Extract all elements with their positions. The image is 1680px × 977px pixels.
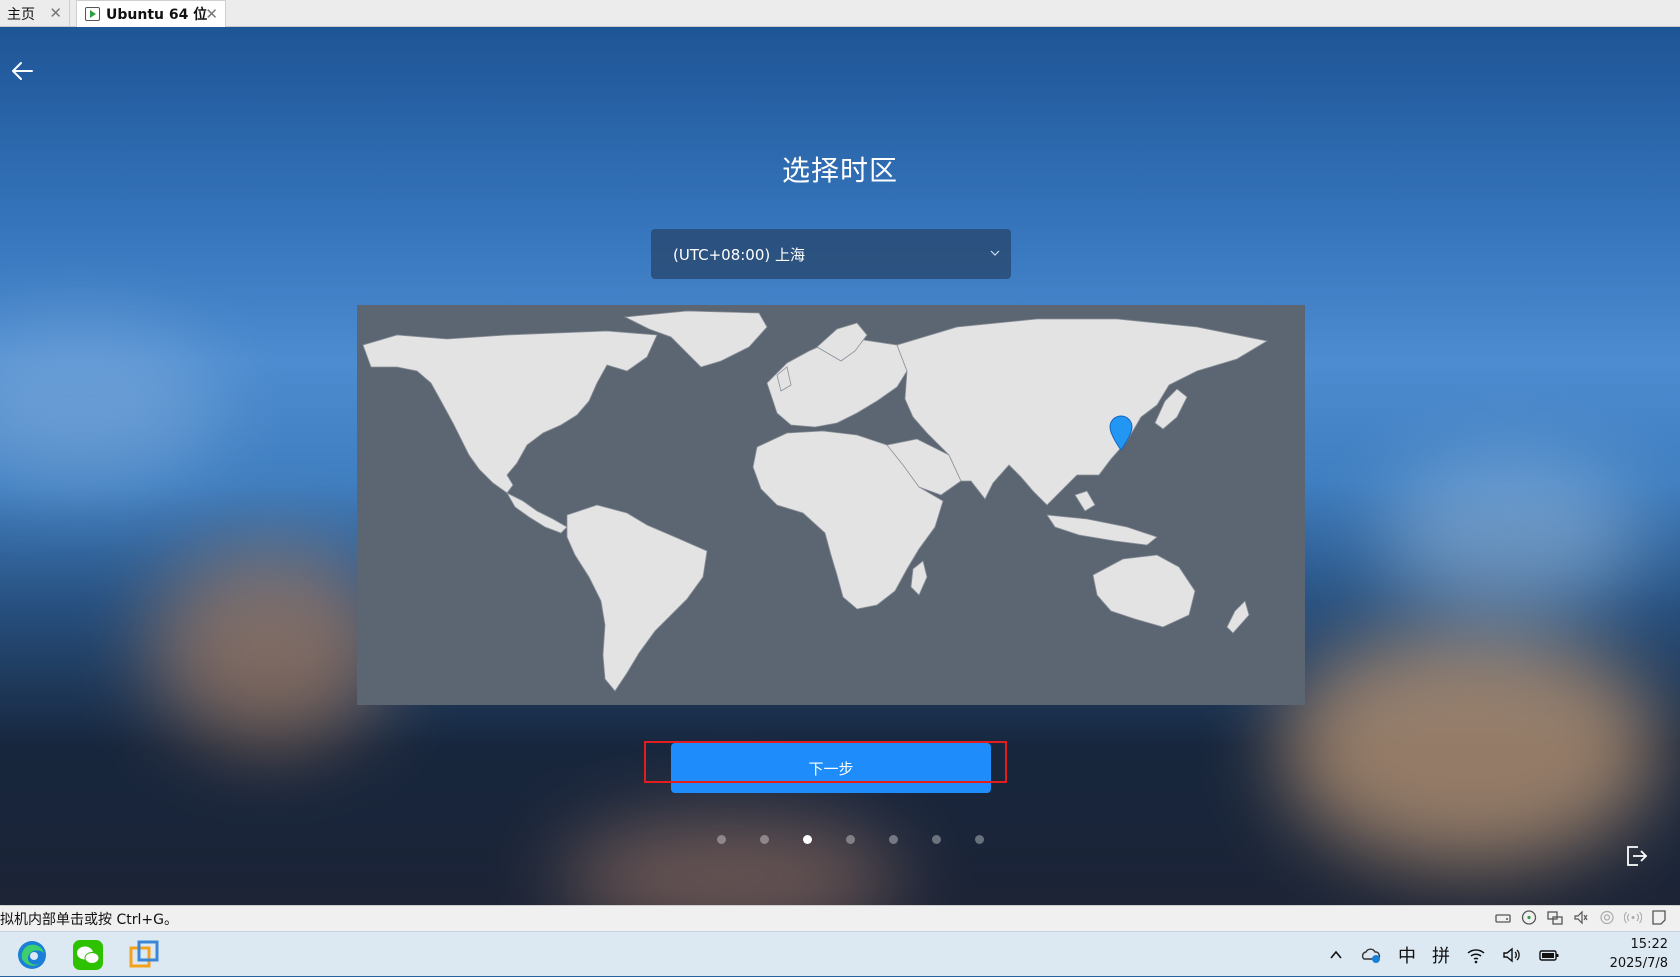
close-icon[interactable]: ✕ <box>49 4 62 22</box>
vm-screen[interactable]: 选择时区 (UTC+08:00) 上海 下一步 <box>0 27 1680 905</box>
sound-card-icon[interactable] <box>1572 909 1590 926</box>
step-indicator <box>0 835 1680 844</box>
land-australia <box>1092 554 1196 628</box>
usb-icon[interactable] <box>1598 909 1616 926</box>
edge-icon[interactable] <box>16 939 48 971</box>
page-title: 选择时区 <box>781 154 898 187</box>
timezone-map[interactable] <box>357 305 1305 705</box>
wireless-icon[interactable] <box>1624 909 1642 926</box>
clock[interactable]: 15:22 2025/7/8 <box>1610 935 1668 973</box>
background-blur <box>1380 457 1640 617</box>
battery-icon[interactable] <box>1538 946 1560 964</box>
background-blur <box>150 547 390 747</box>
device-icons <box>1494 909 1668 926</box>
land-south-america <box>566 504 708 692</box>
clock-time: 15:22 <box>1630 937 1668 952</box>
next-button-label: 下一步 <box>808 759 854 778</box>
onedrive-icon[interactable] <box>1360 945 1382 965</box>
world-map <box>362 310 1269 692</box>
vm-icon <box>85 7 100 21</box>
tab-home[interactable]: 主页 ✕ <box>0 0 70 27</box>
system-tray: 中 拼 <box>1328 932 1560 977</box>
hard-disk-icon[interactable] <box>1494 909 1512 926</box>
step-dot <box>716 835 726 844</box>
vm-status-bar: 拟机内部单击或按 Ctrl+G。 <box>0 905 1680 931</box>
wechat-icon[interactable] <box>72 939 104 971</box>
chevron-up-icon[interactable] <box>1328 947 1344 963</box>
volume-icon[interactable] <box>1502 946 1522 964</box>
step-dot <box>888 835 898 844</box>
tab-home-label: 主页 <box>7 6 35 23</box>
location-pin-icon[interactable] <box>1108 415 1134 451</box>
step-dot <box>759 835 769 844</box>
status-message: 拟机内部单击或按 Ctrl+G。 <box>0 911 178 928</box>
background-blur <box>1280 627 1660 867</box>
cd-rom-icon[interactable] <box>1520 909 1538 926</box>
windows-taskbar: 中 拼 15:22 2025/7/8 <box>0 931 1680 976</box>
wifi-icon[interactable] <box>1466 946 1486 964</box>
timezone-select[interactable]: (UTC+08:00) 上海 <box>651 229 1011 279</box>
ime-language[interactable]: 中 <box>1398 942 1416 968</box>
ime-mode[interactable]: 拼 <box>1432 942 1450 968</box>
vm-tab-bar: 主页 ✕ Ubuntu 64 位 ✕ <box>0 0 1680 27</box>
back-arrow-icon[interactable] <box>8 57 36 85</box>
step-dot <box>931 835 941 844</box>
step-dot-active <box>802 835 812 844</box>
tab-ubuntu[interactable]: Ubuntu 64 位 ✕ <box>76 0 226 27</box>
exit-icon[interactable] <box>1623 843 1649 869</box>
network-adapter-icon[interactable] <box>1546 909 1564 926</box>
tab-ubuntu-label: Ubuntu 64 位 <box>106 7 208 23</box>
vmware-icon[interactable] <box>128 939 160 971</box>
next-button[interactable]: 下一步 <box>671 743 991 793</box>
close-icon[interactable]: ✕ <box>205 5 218 23</box>
message-icon[interactable] <box>1650 909 1668 926</box>
timezone-value: (UTC+08:00) 上海 <box>673 245 806 264</box>
land-north-america <box>362 330 658 494</box>
background-blur <box>560 817 900 905</box>
background-blur <box>0 327 220 487</box>
step-dot <box>974 835 984 844</box>
clock-date: 2025/7/8 <box>1609 956 1668 971</box>
step-dot <box>845 835 855 844</box>
chevron-down-icon <box>990 250 1000 256</box>
